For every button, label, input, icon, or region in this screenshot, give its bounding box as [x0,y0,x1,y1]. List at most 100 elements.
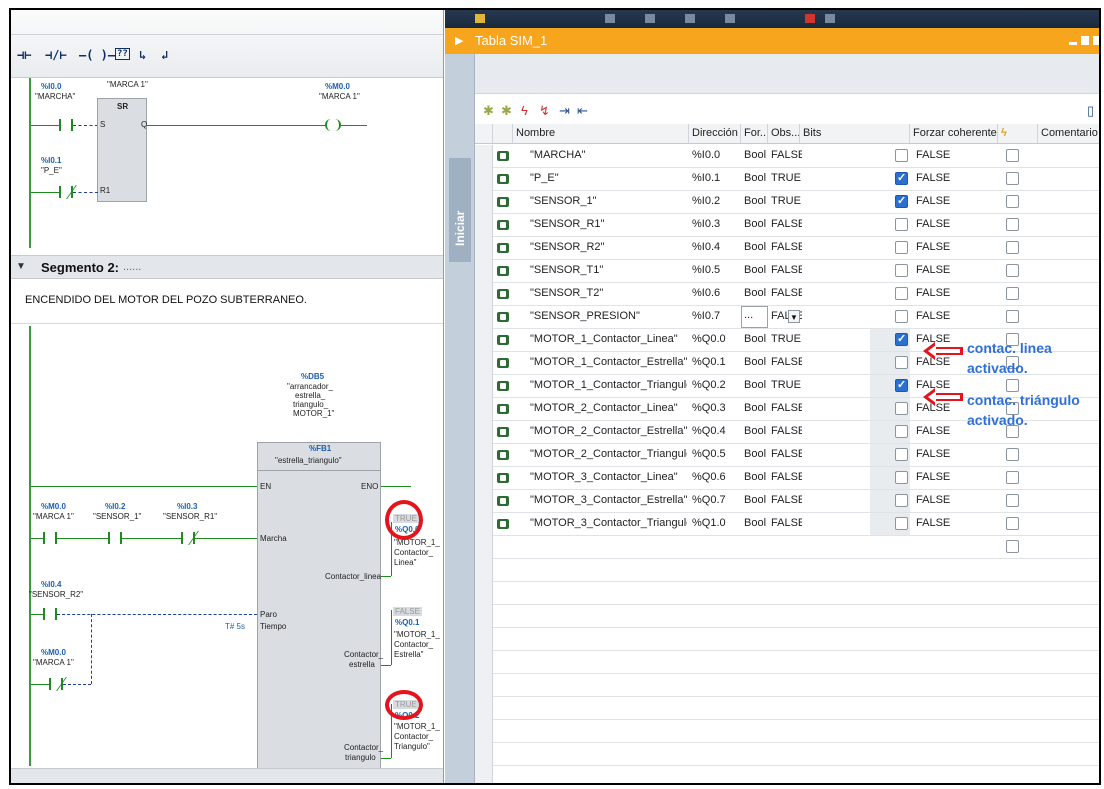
modify-checkbox[interactable] [1006,379,1019,392]
cell-direccion[interactable]: %Q0.6 [689,467,739,489]
table-row[interactable]: "MOTOR_3_Contactor_Linea" %Q0.6 Bool FAL… [475,467,1099,490]
modify-checkbox[interactable] [1006,471,1019,484]
cell-nombre[interactable]: "MARCHA" [527,145,687,167]
cell-nombre[interactable]: "MOTOR_3_Contactor_Linea" [527,467,687,489]
cell-direccion[interactable]: %I0.5 [689,260,739,282]
add-row-icon[interactable]: ✱ [483,103,494,119]
toolbar-icon[interactable] [725,14,735,23]
net1-coil-marca1[interactable] [325,119,341,131]
table-row-blank[interactable] [475,720,1099,743]
row-gutter[interactable] [475,651,493,674]
net1-contact-pe[interactable] [59,186,73,198]
insert-row-icon[interactable]: ✱ [501,103,512,119]
row-gutter[interactable] [475,766,493,783]
row-gutter[interactable] [475,214,493,237]
bit-checkbox[interactable] [895,425,908,438]
bit-checkbox[interactable] [895,287,908,300]
table-row[interactable]: "SENSOR_R1" %I0.3 Bool FALSE FALSE [475,214,1099,237]
cell-direccion[interactable]: %I0.3 [689,214,739,236]
row-gutter[interactable] [475,168,493,191]
cell-nombre[interactable]: "MOTOR_2_Contactor_Estrella" [527,421,687,443]
row-gutter[interactable] [475,605,493,628]
cell-nombre[interactable]: "MOTOR_3_Contactor_Triangulo(1)" [527,513,687,535]
table-row-blank[interactable] [475,651,1099,674]
bit-checkbox[interactable] [895,149,908,162]
cell-formato[interactable]: Bool [741,283,768,305]
cell-nombre[interactable]: "MOTOR_1_Contactor_Triangulo" [527,375,687,397]
bit-checkbox[interactable] [895,241,908,254]
cell-formato[interactable]: Bool [741,375,768,397]
modify-checkbox[interactable] [1006,195,1019,208]
cell-formato[interactable]: Bool [741,168,768,190]
cell-formato[interactable]: Bool [741,191,768,213]
cell-forzar[interactable]: FALSE [913,191,997,213]
open-branch-icon[interactable]: ↳ [139,48,146,62]
stop-icon[interactable] [805,14,815,23]
net2-contact-marca1-nc[interactable] [49,678,63,690]
cell-forzar[interactable]: FALSE [913,260,997,282]
table-row-blank[interactable] [475,697,1099,720]
cell-direccion[interactable]: %I0.6 [689,283,739,305]
row-gutter[interactable] [475,628,493,651]
row-gutter[interactable] [475,191,493,214]
cell-nombre[interactable]: "SENSOR_T2" [527,283,687,305]
cell-forzar[interactable]: FALSE [913,283,997,305]
cell-forzar[interactable]: FALSE [913,214,997,236]
table-row[interactable]: "SENSOR_PRESION" %I0.7 ... FALSE FALSE ▼ [475,306,1099,329]
bit-checkbox[interactable] [895,471,908,484]
table-row[interactable]: "MOTOR_3_Contactor_Triangulo(1)" %Q1.0 B… [475,513,1099,536]
row-gutter[interactable] [475,444,493,467]
row-gutter[interactable] [475,467,493,490]
row-gutter[interactable] [475,720,493,743]
modify-checkbox[interactable] [1006,264,1019,277]
cell-formato[interactable]: Bool [741,237,768,259]
cell-direccion[interactable]: %Q0.3 [689,398,739,420]
cell-nombre[interactable]: "MOTOR_3_Contactor_Estrella" [527,490,687,512]
cell-forzar[interactable]: FALSE [913,513,997,535]
table-row[interactable]: "SENSOR_T2" %I0.6 Bool FALSE FALSE [475,283,1099,306]
close-icon[interactable] [1093,36,1099,45]
dropdown-arrow-icon[interactable]: ▼ [788,310,800,323]
cell-direccion[interactable]: %I0.2 [689,191,739,213]
cell-formato[interactable]: Bool [741,329,768,351]
cell-direccion[interactable]: %Q0.2 [689,375,739,397]
net2-contact-marca1[interactable] [43,532,57,544]
modify-checkbox[interactable] [1006,448,1019,461]
cell-formato[interactable]: Bool [741,398,768,420]
sidebar-tab-iniciar[interactable]: Iniciar [449,158,471,262]
table-row-blank[interactable] [475,674,1099,697]
row-gutter[interactable] [475,536,493,559]
cell-nombre[interactable]: "MOTOR_1_Contactor_Estrella" [527,352,687,374]
modify-checkbox[interactable] [1006,172,1019,185]
modify-checkbox[interactable] [1006,241,1019,254]
cell-nombre[interactable]: "SENSOR_T1" [527,260,687,282]
segment2-header[interactable]: ▼ Segmento 2: ...... [11,255,443,279]
header-modify-icon[interactable]: ϟ [998,124,1038,144]
net2-contact-sensor1[interactable] [108,532,122,544]
row-gutter[interactable] [475,145,493,168]
header-bits[interactable]: Bits [800,124,910,144]
table-row-blank[interactable] [475,766,1099,783]
cell-formato[interactable]: Bool [741,513,768,535]
cell-direccion[interactable]: %I0.1 [689,168,739,190]
force-icon[interactable]: ⇥ [559,103,570,119]
row-gutter[interactable] [475,674,493,697]
cell-direccion[interactable]: %Q1.0 [689,513,739,535]
modify-checkbox[interactable] [1006,310,1019,323]
table-row[interactable]: "SENSOR_R2" %I0.4 Bool FALSE FALSE [475,237,1099,260]
cell-formato[interactable]: Bool [741,467,768,489]
table-row-blank[interactable] [475,605,1099,628]
cell-formato[interactable]: Bool [741,260,768,282]
cell-direccion[interactable]: %Q0.4 [689,421,739,443]
bit-checkbox[interactable] [895,194,908,208]
table-row[interactable]: "P_E" %I0.1 Bool TRUE FALSE [475,168,1099,191]
toolbar-icon[interactable] [645,14,655,23]
cell-forzar[interactable]: FALSE [913,306,997,328]
row-gutter[interactable] [475,306,493,329]
header-forzar[interactable]: Forzar coherente... [910,124,998,144]
cell-forzar[interactable]: FALSE [913,444,997,466]
cell-formato[interactable]: Bool [741,421,768,443]
bit-checkbox[interactable] [895,171,908,185]
row-gutter[interactable] [475,237,493,260]
header-nombre[interactable]: Nombre [513,124,689,144]
